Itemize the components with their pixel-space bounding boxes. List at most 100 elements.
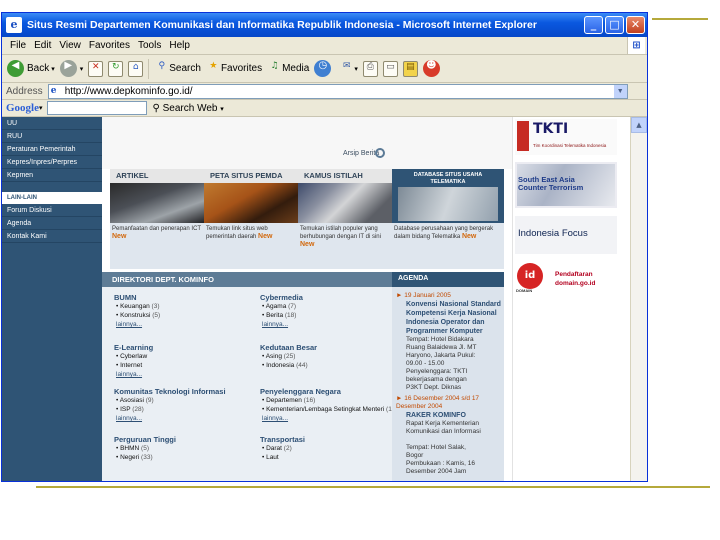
nav-item-kepres[interactable]: Kepres/Inpres/Perpres [2,156,102,169]
print-button[interactable]: ⎙ [362,60,378,77]
directory-more-link[interactable]: lainnya... [114,370,252,379]
indonesia-focus-banner[interactable]: Indonesia Focus [515,216,617,254]
address-dropdown-icon[interactable]: ▼ [613,84,627,98]
search-web-dropdown-icon[interactable]: ▾ [220,106,224,113]
counter-terrorism-banner[interactable]: South East Asia Counter Terrorism [515,162,617,208]
agenda-item-title[interactable]: RAKER KOMINFO [392,411,504,420]
menu-file[interactable]: File [10,40,26,51]
minimize-button[interactable]: _ [584,16,603,34]
peta-situs-photo[interactable] [204,183,298,223]
address-input[interactable]: e http://www.depkominfo.go.id/ ▼ [47,83,628,99]
history-button[interactable]: ◷ [314,60,334,77]
google-logo[interactable]: Google [6,102,39,114]
directory-item[interactable]: • Cyberlaw [114,352,252,361]
tkti-banner[interactable]: TKTI Tim Koordinasi Telematika Indonesia [515,119,617,155]
new-badge: New [461,233,477,240]
directory-more-link[interactable]: lainnya... [260,414,398,423]
section-photos [110,183,392,223]
nav-item-ruu[interactable]: RUU [2,130,102,143]
menu-tools[interactable]: Tools [138,40,161,51]
kamus-istilah-photo[interactable] [298,183,392,223]
close-button[interactable]: ✕ [626,16,645,34]
directory-item[interactable]: • Asing (25) [260,352,398,361]
google-search-input[interactable] [46,101,147,115]
directory-item[interactable]: • Negeri (33) [114,453,252,462]
nav-item-agenda[interactable]: Agenda [2,217,102,230]
directory-item[interactable]: • Konstruksi (5) [114,311,252,320]
nav-item-forum-diskusi[interactable]: Forum Diskusi [2,204,102,217]
scroll-up-icon[interactable]: ▲ [631,117,647,133]
directory-column-left: BUMN • Keuangan (3) • Konstruksi (5) lai… [114,289,252,462]
menu-edit[interactable]: Edit [34,40,51,51]
nav-item-peraturan-pemerintah[interactable]: Peraturan Pemerintah [2,143,102,156]
google-search-web-button[interactable]: ⚲ Search Web ▾ [153,103,224,114]
caption-peta-situs[interactable]: Temukan link situs web pemerintah daerah… [206,225,296,241]
agenda-item-title[interactable]: Konvensi Nasional Standard Kompetensi Ke… [392,300,504,336]
directory-item[interactable]: • Internet [114,361,252,370]
directory-category-komunitas-ti[interactable]: Komunitas Teknologi Informasi [114,387,252,396]
search-archive-icon[interactable] [375,148,385,158]
stop-button[interactable]: ✕ [88,60,104,77]
forward-arrow-icon: ▶ [59,60,77,77]
directory-item[interactable]: • BHMN (5) [114,444,252,453]
directory-category-cybermedia[interactable]: Cybermedia [260,293,398,302]
maximize-button[interactable]: □ [605,16,624,34]
directory-item[interactable]: • Kementerian/Lembaga Setingkat Menteri … [260,405,398,414]
artikel-photo[interactable] [110,183,204,223]
nav-item-uu[interactable]: UU [2,117,102,130]
directory-more-link[interactable]: lainnya... [260,320,398,329]
edit-button[interactable]: ▭ [382,60,398,77]
database-box[interactable]: DATABASE SITUS USAHA TELEMATIKA [392,169,504,223]
forward-button[interactable]: ▶ ▾ [59,60,84,77]
vertical-scrollbar[interactable]: ▲ [630,117,647,481]
media-button[interactable]: ♫ Media [267,61,310,77]
domain-registration-banner[interactable]: id DOMAIN Pendaftaran domain.go.id [515,263,617,293]
directory-item[interactable]: • Keuangan (3) [114,302,252,311]
menu-help[interactable]: Help [169,40,190,51]
stop-icon: ✕ [88,60,104,77]
nav-item-kepmen[interactable]: Kepmen [2,169,102,182]
left-navigation: UU RUU Peraturan Pemerintah Kepres/Inpre… [2,117,102,481]
directory-category-perguruan-tinggi[interactable]: Perguruan Tinggi [114,435,252,444]
directory-category-bumn[interactable]: BUMN [114,293,252,302]
menu-favorites[interactable]: Favorites [89,40,130,51]
directory-item[interactable]: • Departemen (16) [260,396,398,405]
menu-view[interactable]: View [59,40,81,51]
directory-item[interactable]: • Berita (18) [260,311,398,320]
directory-category-penyelenggara-negara[interactable]: Penyelenggara Negara [260,387,398,396]
directory-item[interactable]: • Laut [260,453,398,462]
directory-category-kedutaan-besar[interactable]: Kedutaan Besar [260,343,398,352]
forward-dropdown-icon[interactable]: ▾ [80,65,84,73]
search-button[interactable]: ⚲ Search [154,61,200,77]
mail-button[interactable]: ✉ ▾ [339,61,358,77]
directory-item[interactable]: • Agama (7) [260,302,398,311]
slide-decoration-line-top [652,18,708,20]
directory-item[interactable]: • Asosiasi (9) [114,396,252,405]
discuss-button[interactable]: ▤ [402,60,418,77]
directory-item[interactable]: • Indonesia (44) [260,361,398,370]
favorites-button[interactable]: ★ Favorites [206,61,262,77]
domain-text: Pendaftaran domain.go.id [555,271,596,287]
refresh-button[interactable]: ↻ [108,60,124,77]
home-button[interactable]: ⌂ [128,60,144,77]
directory-item[interactable]: • ISP (28) [114,405,252,414]
directory-more-link[interactable]: lainnya... [114,320,252,329]
caption-artikel[interactable]: Pemanfaatan dan penerapan ICT New [112,225,202,241]
toolbar-separator [148,58,150,79]
directory-category-transportasi[interactable]: Transportasi [260,435,398,444]
mail-dropdown-icon[interactable]: ▾ [354,65,358,73]
back-dropdown-icon[interactable]: ▾ [51,65,55,73]
directory-category-elearning[interactable]: E-Learning [114,343,252,352]
directory-item[interactable]: • Darat (2) [260,444,398,453]
caption-database[interactable]: Database perusahaan yang bergerak dalam … [394,225,500,241]
tab-kamus-istilah[interactable]: KAMUS ISTILAH [298,169,392,183]
caption-kamus-istilah[interactable]: Temukan istilah populer yang berhubungan… [300,225,390,249]
agenda-date: ► 16 Desember 2004 s/d 17 Desember 2004 [396,395,480,410]
nav-item-kontak-kami[interactable]: Kontak Kami [2,230,102,243]
tab-peta-situs-pemda[interactable]: PETA SITUS PEMDA [204,169,298,183]
back-button[interactable]: ◀ Back ▾ [7,60,55,77]
tab-artikel[interactable]: ARTIKEL [110,169,204,183]
directory-more-link[interactable]: lainnya... [114,414,252,423]
google-dropdown-icon[interactable]: ▾ [39,104,43,112]
messenger-button[interactable]: ☻ [422,60,443,77]
